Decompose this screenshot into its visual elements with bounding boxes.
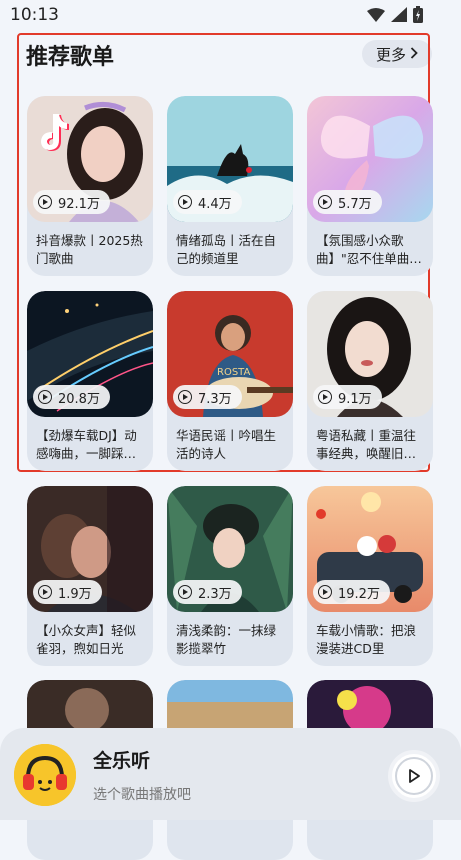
playlist-title: 【小众女声】轻似雀羽，煦如日光 <box>36 623 137 656</box>
playlist-card[interactable]: 1.9万 【小众女声】轻似雀羽，煦如日光 <box>27 486 153 666</box>
player-title: 全乐听 <box>93 750 151 772</box>
play-circle-icon <box>318 390 332 404</box>
play-circle-icon <box>178 390 192 404</box>
signal-icon <box>391 7 407 22</box>
play-circle-icon <box>38 195 52 209</box>
playlist-title: 【氛围感小众歌曲】"忍不住单曲… <box>316 233 422 266</box>
playlist-title: 抖音爆款丨2025热门歌曲 <box>36 233 143 266</box>
play-count-badge: 4.4万 <box>173 190 242 214</box>
play-icon <box>395 757 433 795</box>
play-count-badge: 9.1万 <box>313 385 382 409</box>
playlist-card[interactable]: 2.3万 清浅柔韵：一抹绿影揽翠竹 <box>167 486 293 666</box>
svg-text:ROSTA: ROSTA <box>217 367 250 378</box>
player-avatar <box>14 744 76 806</box>
playlist-title: 车载小情歌：把浪漫装进CD里 <box>316 623 417 656</box>
play-button[interactable] <box>388 750 440 802</box>
mini-player[interactable]: 全乐听 选个歌曲播放吧 <box>0 728 461 820</box>
play-count: 9.1万 <box>338 391 372 407</box>
play-circle-icon <box>38 585 52 599</box>
playlist-card[interactable]: 5.7万 【氛围感小众歌曲】"忍不住单曲… <box>307 96 433 276</box>
play-count-badge: 20.8万 <box>33 385 110 409</box>
playlist-card[interactable]: 9.1万 粤语私藏丨重温往事经典，唤醒旧… <box>307 291 433 471</box>
status-icons <box>367 6 423 23</box>
wifi-icon <box>367 7 385 22</box>
playlist-title: 情绪孤岛丨活在自己的频道里 <box>176 233 277 266</box>
play-circle-icon <box>318 585 332 599</box>
play-count-badge: 5.7万 <box>313 190 382 214</box>
playlist-title: 清浅柔韵：一抹绿影揽翠竹 <box>176 623 277 656</box>
battery-icon <box>413 6 423 23</box>
play-circle-icon <box>178 195 192 209</box>
playlist-title: 粤语私藏丨重温往事经典，唤醒旧… <box>316 428 417 461</box>
play-count: 7.3万 <box>198 391 232 407</box>
play-circle-icon <box>178 585 192 599</box>
player-subtitle: 选个歌曲播放吧 <box>93 787 191 803</box>
playlist-card[interactable]: ROSTA 7.3万 华语民谣丨吟唱生活的诗人 <box>167 291 293 471</box>
play-count: 19.2万 <box>338 586 380 602</box>
play-count: 1.9万 <box>58 586 92 602</box>
play-count: 20.8万 <box>58 391 100 407</box>
play-count: 2.3万 <box>198 586 232 602</box>
playlist-card[interactable]: 20.8万 【劲爆车载DJ】动感嗨曲，一脚踩… <box>27 291 153 471</box>
play-circle-icon <box>318 195 332 209</box>
play-count-badge: 2.3万 <box>173 580 242 604</box>
play-circle-icon <box>38 390 52 404</box>
play-count-badge: 1.9万 <box>33 580 102 604</box>
playlist-title: 【劲爆车载DJ】动感嗨曲，一脚踩… <box>36 428 137 461</box>
playlist-card[interactable]: 19.2万 车载小情歌：把浪漫装进CD里 <box>307 486 433 666</box>
play-count: 92.1万 <box>58 196 100 212</box>
play-count: 4.4万 <box>198 196 232 212</box>
playlist-title: 华语民谣丨吟唱生活的诗人 <box>176 428 277 461</box>
playlist-card[interactable]: 92.1万 抖音爆款丨2025热门歌曲 <box>27 96 153 276</box>
play-count-badge: 7.3万 <box>173 385 242 409</box>
status-time: 10:13 <box>10 5 59 25</box>
playlist-card[interactable]: 4.4万 情绪孤岛丨活在自己的频道里 <box>167 96 293 276</box>
play-count-badge: 92.1万 <box>33 190 110 214</box>
play-count: 5.7万 <box>338 196 372 212</box>
status-bar: 10:13 <box>0 0 461 30</box>
play-count-badge: 19.2万 <box>313 580 390 604</box>
